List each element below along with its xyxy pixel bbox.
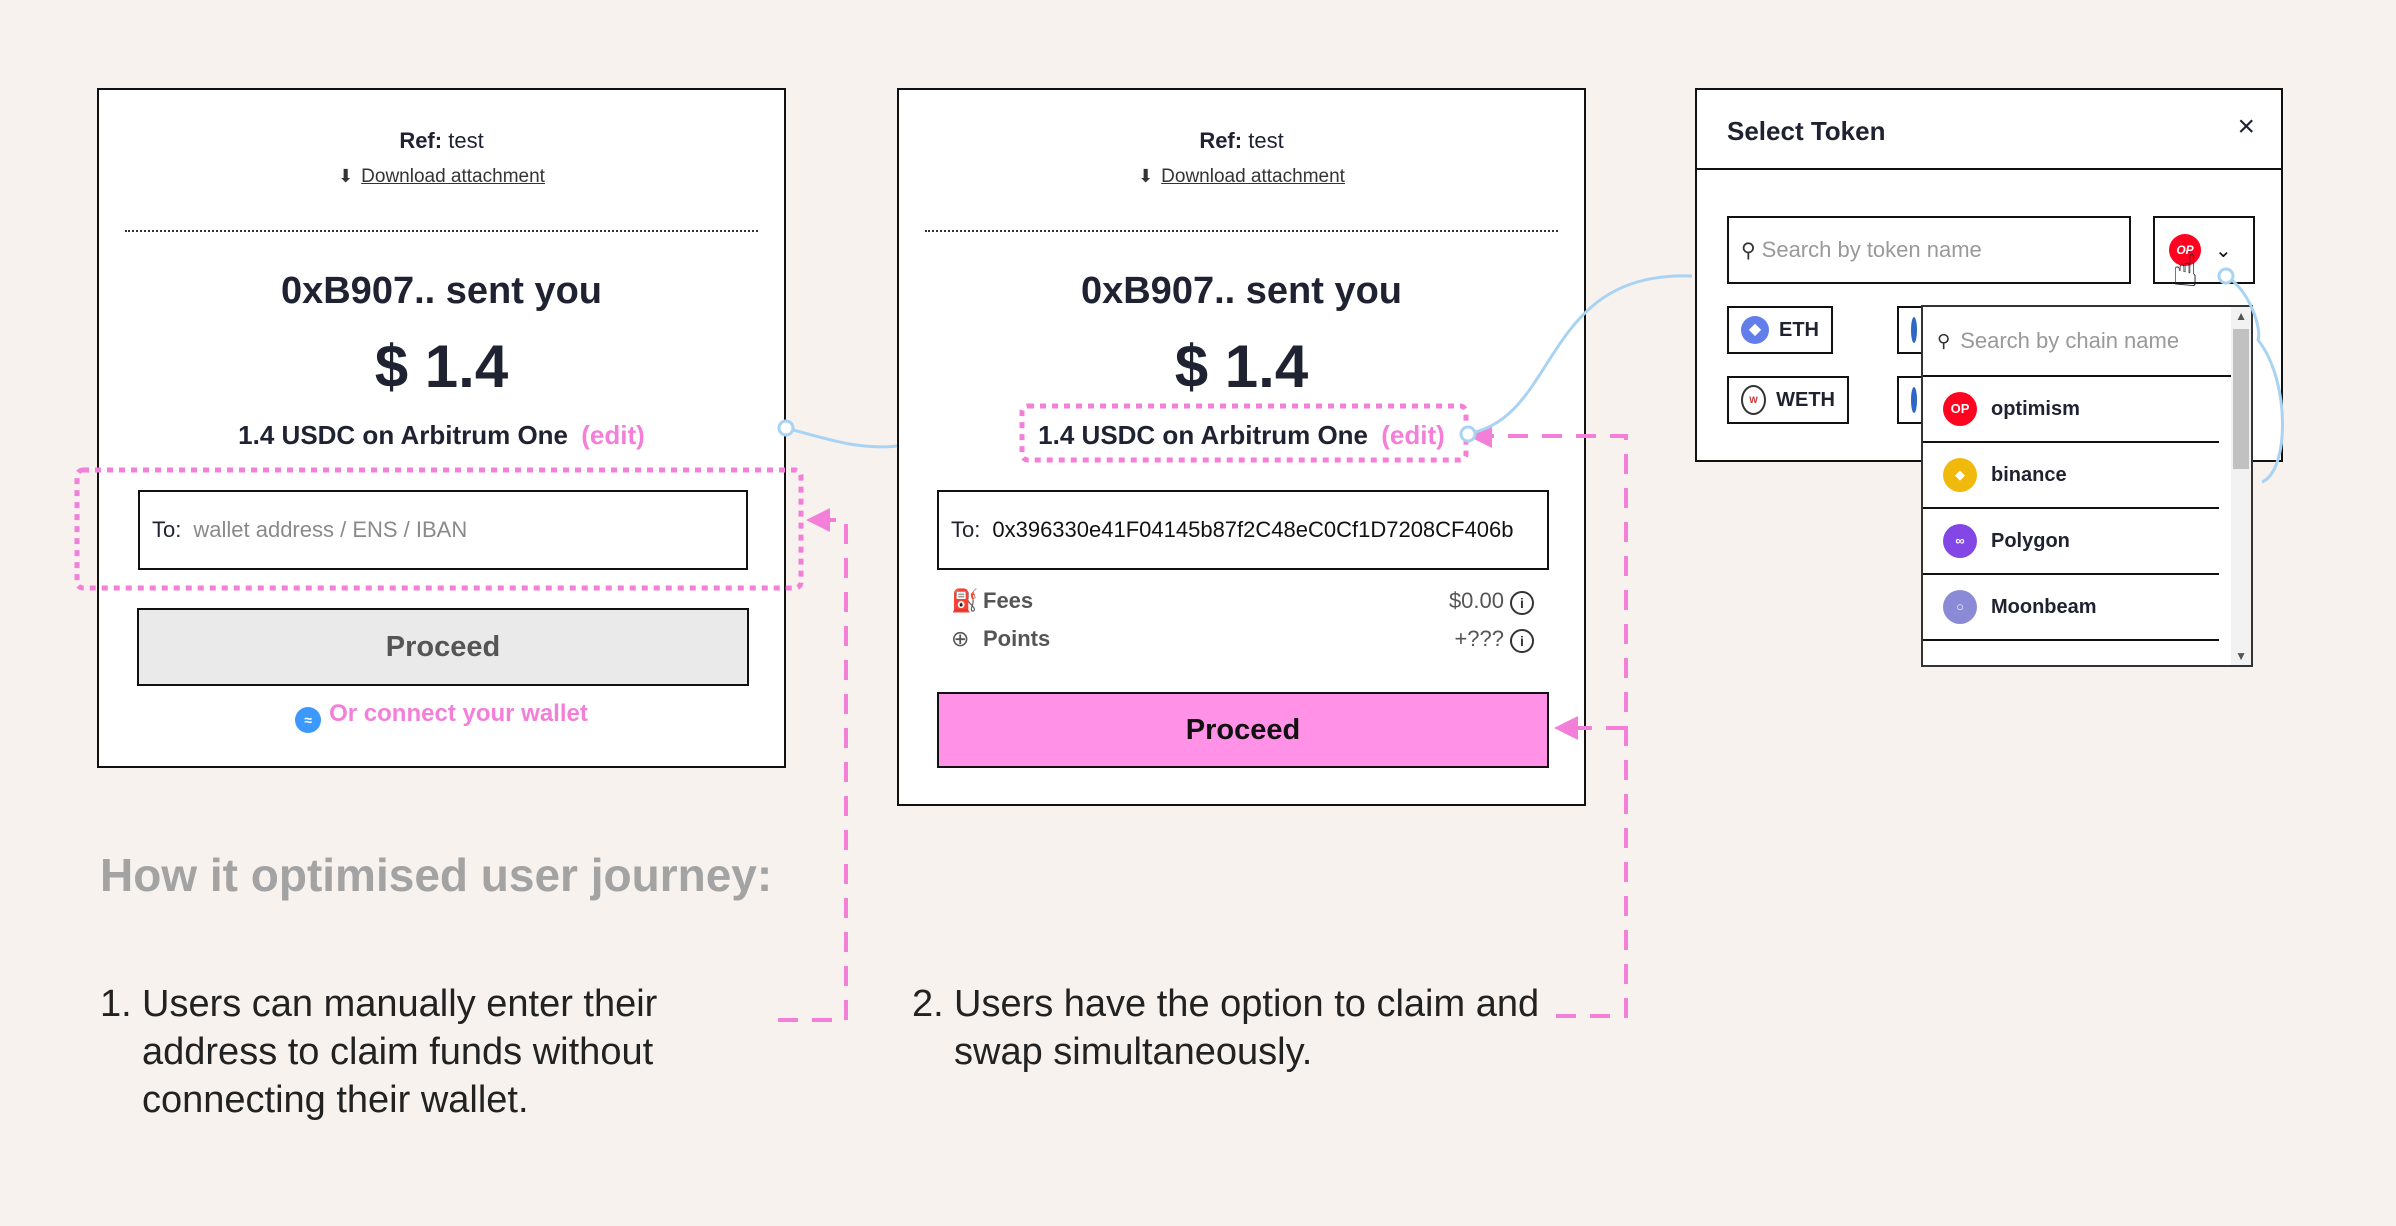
note-2: 2. Users have the option to claim and sw… bbox=[912, 980, 1552, 1076]
divider bbox=[925, 230, 1558, 232]
recipient-input[interactable]: To: wallet address / ENS / IBAN bbox=[138, 490, 748, 570]
points-value: +??? bbox=[1454, 626, 1504, 651]
note-number: 2. bbox=[912, 983, 944, 1025]
fuel-icon: ⛽ bbox=[951, 588, 979, 613]
scroll-down-icon[interactable]: ▼ bbox=[2235, 649, 2247, 663]
download-icon: ⬇ bbox=[338, 166, 354, 186]
token-search-input[interactable]: ⚲ Search by token name bbox=[1727, 216, 2131, 284]
fees-value: $0.00 bbox=[1448, 588, 1504, 613]
ethereum-icon: ◆ bbox=[1741, 316, 1769, 344]
edit-link[interactable]: (edit) bbox=[1381, 420, 1445, 450]
search-icon: ⚲ bbox=[1741, 239, 1756, 262]
note-number: 1. bbox=[100, 983, 132, 1025]
arrow-head bbox=[806, 508, 830, 532]
points-row: ⊕ Points +??? i bbox=[951, 626, 1534, 653]
reference: Ref: test bbox=[99, 128, 784, 154]
note-text: Users have the option to claim and swap … bbox=[954, 983, 1540, 1073]
stage: Ref: test ⬇ Download attachment 0xB907.. … bbox=[0, 0, 2396, 1226]
ref-label: Ref: bbox=[399, 128, 443, 153]
moonbeam-icon: ○ bbox=[1943, 590, 1977, 624]
scrollbar[interactable]: ▲ ▼ bbox=[2231, 307, 2251, 665]
connect-label: Or connect your wallet bbox=[329, 700, 588, 727]
reference: Ref: test bbox=[899, 128, 1584, 154]
plus-circle-icon: ⊕ bbox=[951, 626, 970, 651]
chain-option-optimism[interactable]: OP optimism bbox=[1923, 377, 2219, 443]
fees-label: Fees bbox=[983, 588, 1034, 613]
connector-card1-card2 bbox=[785, 426, 898, 449]
edit-link[interactable]: (edit) bbox=[581, 420, 645, 450]
recipient-placeholder: wallet address / ENS / IBAN bbox=[193, 517, 468, 542]
modal-title: Select Token bbox=[1727, 116, 1886, 146]
search-icon: ⚲ bbox=[1937, 330, 1951, 351]
close-icon[interactable]: × bbox=[2237, 110, 2255, 144]
proceed-button[interactable]: Proceed bbox=[937, 692, 1549, 768]
chain-label: optimism bbox=[1991, 397, 2080, 420]
connector-note1 bbox=[778, 518, 848, 1022]
claim-card-empty: Ref: test ⬇ Download attachment 0xB907.. … bbox=[97, 88, 786, 768]
recipient-address: 0x396330e41F04145b87f2C48eC0Cf1D7208CF40… bbox=[992, 517, 1514, 542]
proceed-button-disabled[interactable]: Proceed bbox=[137, 608, 749, 686]
scroll-up-icon[interactable]: ▲ bbox=[2235, 309, 2247, 323]
token-network: 1.4 USDC on Arbitrum One (edit) bbox=[99, 420, 784, 451]
download-icon: ⬇ bbox=[1138, 166, 1154, 186]
chevron-down-icon: ⌄ bbox=[2215, 239, 2232, 262]
token-icon bbox=[1911, 317, 1917, 343]
amount: $ 1.4 bbox=[374, 333, 509, 400]
scrollbar-thumb[interactable] bbox=[2233, 329, 2249, 469]
chain-option-polygon[interactable]: ∞ Polygon bbox=[1923, 509, 2219, 575]
note-text: Users can manually enter their address t… bbox=[142, 983, 658, 1121]
to-label: To: bbox=[152, 517, 182, 542]
walletconnect-icon: ≈ bbox=[295, 707, 322, 733]
token-label: ETH bbox=[1779, 318, 1819, 341]
download-label: Download attachment bbox=[1161, 166, 1345, 187]
token-chip-eth[interactable]: ◆ ETH bbox=[1727, 306, 1833, 354]
optimism-icon: OP bbox=[1943, 392, 1977, 426]
chain-select[interactable]: OP ⌄ bbox=[2153, 216, 2255, 284]
token-icon bbox=[1911, 387, 1917, 413]
token-label: WETH bbox=[1776, 388, 1835, 411]
fees-row: ⛽ Fees $0.00 i bbox=[951, 588, 1534, 615]
token-chip-weth[interactable]: W WETH bbox=[1727, 376, 1849, 424]
to-label: To: bbox=[951, 517, 981, 542]
info-icon[interactable]: i bbox=[1510, 629, 1534, 653]
polygon-icon: ∞ bbox=[1943, 524, 1977, 558]
chain-option-moonbeam[interactable]: ○ Moonbeam bbox=[1923, 575, 2219, 641]
download-attachment-link[interactable]: ⬇ Download attachment bbox=[99, 166, 784, 188]
recipient-input[interactable]: To: 0x396330e41F04145b87f2C48eC0Cf1D7208… bbox=[937, 490, 1549, 570]
chain-search-input[interactable]: ⚲ Search by chain name bbox=[1923, 307, 2251, 377]
note-1: 1. Users can manually enter their addres… bbox=[100, 980, 740, 1124]
binance-icon: ◆ bbox=[1943, 458, 1977, 492]
chain-option-binance[interactable]: ◆ binance bbox=[1923, 443, 2219, 509]
chain-label: binance bbox=[1991, 463, 2067, 486]
claim-card-filled: Ref: test ⬇ Download attachment 0xB907.. … bbox=[897, 88, 1586, 806]
chain-dropdown[interactable]: ⚲ Search by chain name OP optimism ◆ binanc… bbox=[1921, 305, 2253, 667]
weth-icon: W bbox=[1741, 385, 1767, 415]
token-network: 1.4 USDC on Arbitrum One (edit) bbox=[899, 420, 1584, 451]
connect-wallet-link[interactable]: ≈ Or connect your wallet bbox=[99, 700, 784, 733]
network-text: 1.4 USDC on Arbitrum One bbox=[238, 420, 569, 450]
journey-title: How it optimised user journey: bbox=[100, 849, 773, 901]
info-icon[interactable]: i bbox=[1510, 591, 1534, 615]
sender-text: 0xB907.. sent you bbox=[280, 270, 603, 312]
chain-label: Polygon bbox=[1991, 529, 2070, 552]
download-attachment-link[interactable]: ⬇ Download attachment bbox=[899, 166, 1584, 188]
points-label: Points bbox=[983, 626, 1051, 651]
ref-value: test bbox=[448, 128, 484, 153]
amount: $ 1.4 bbox=[1174, 333, 1309, 400]
network-text: 1.4 USDC on Arbitrum One bbox=[1038, 420, 1369, 450]
hand-pointer-icon: ☝ bbox=[2172, 247, 2199, 296]
divider bbox=[125, 230, 758, 232]
ref-label: Ref: bbox=[1199, 128, 1243, 153]
chain-search-placeholder: Search by chain name bbox=[1960, 328, 2180, 353]
chain-list: OP optimism ◆ binance ∞ Polygon ○ Moonbeam bbox=[1923, 377, 2251, 641]
sender-text: 0xB907.. sent you bbox=[1080, 270, 1403, 312]
divider bbox=[1697, 168, 2281, 170]
ref-value: test bbox=[1248, 128, 1284, 153]
chain-label: Moonbeam bbox=[1991, 595, 2097, 618]
download-label: Download attachment bbox=[361, 166, 545, 187]
token-search-placeholder: Search by token name bbox=[1761, 237, 1982, 262]
